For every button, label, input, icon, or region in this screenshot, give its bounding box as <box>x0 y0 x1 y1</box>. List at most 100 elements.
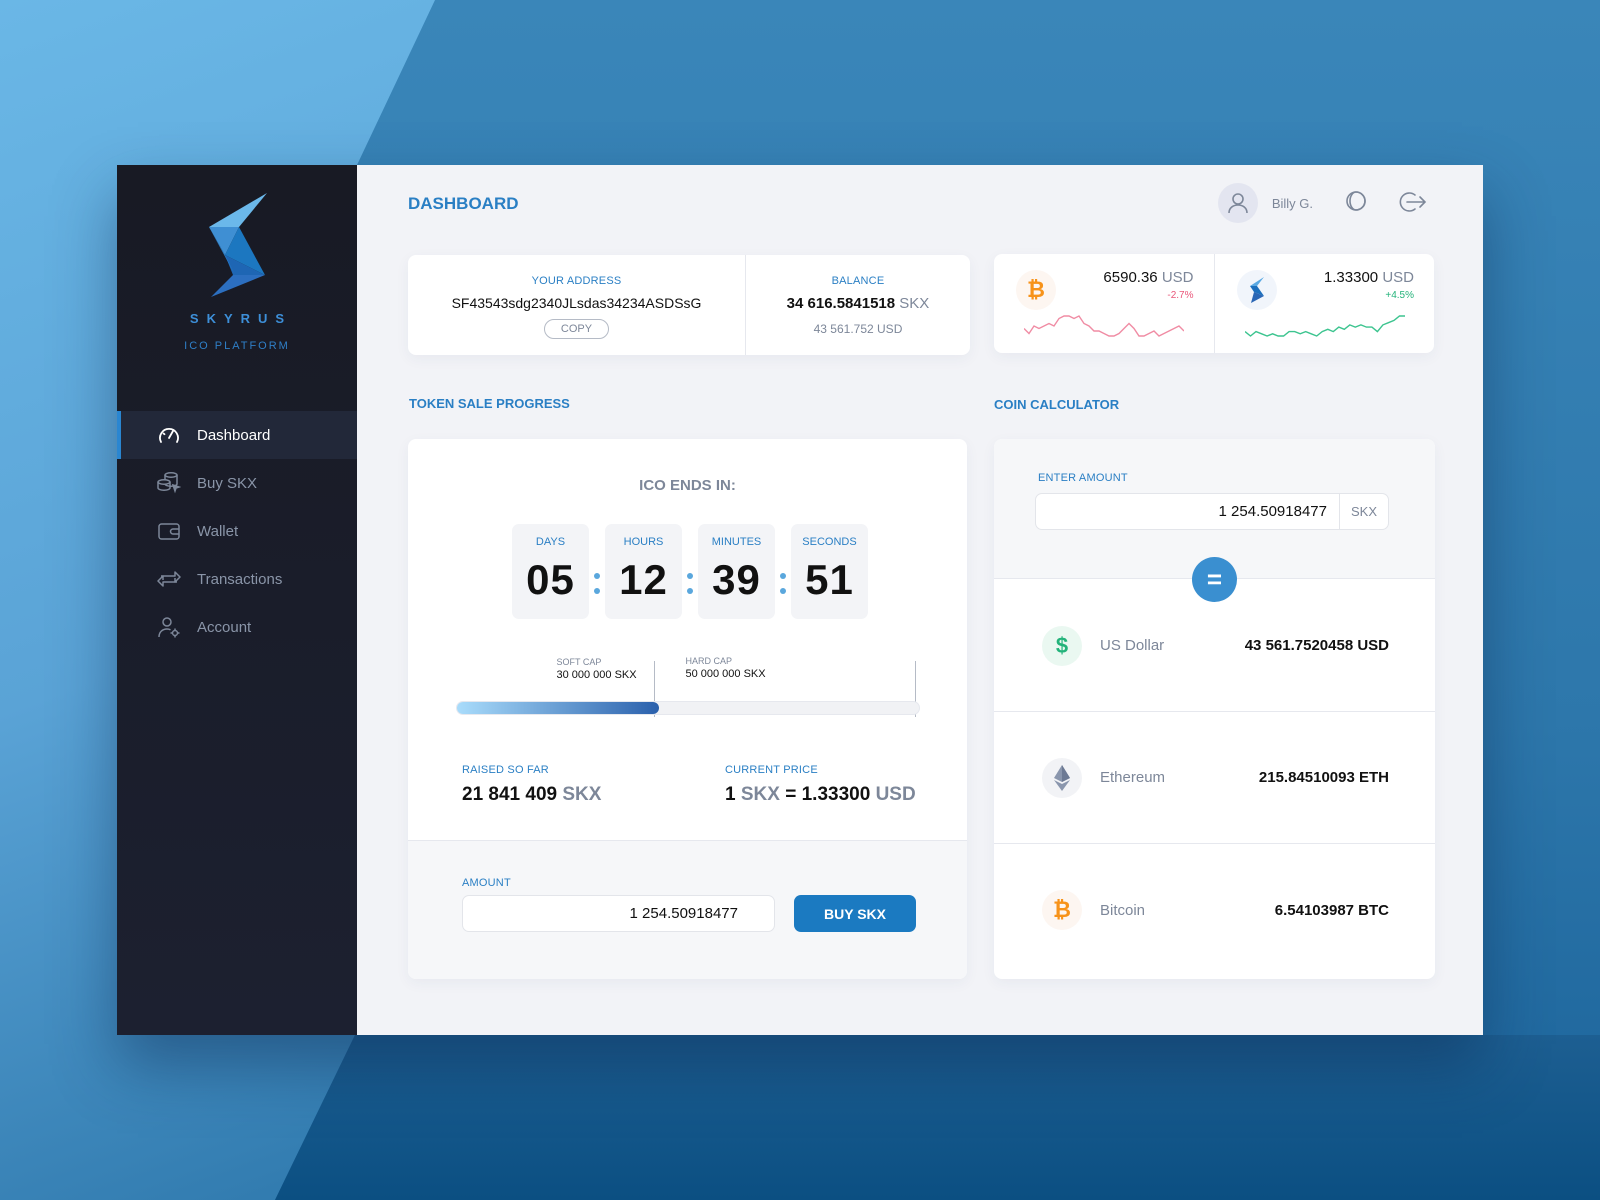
coin-calculator-title: COIN CALCULATOR <box>994 397 1120 412</box>
raised-value: 21 841 409 SKX <box>462 784 601 806</box>
soft-cap-label: SOFT CAP <box>556 657 602 667</box>
price-unit: USD <box>1161 269 1194 286</box>
conversion-value: 215.84510093 ETH <box>1258 769 1389 786</box>
sidebar-item-label: Wallet <box>197 522 239 540</box>
sidebar-item-transactions[interactable]: Transactions <box>117 555 357 603</box>
price-one: 1 <box>725 784 736 805</box>
user-name[interactable]: Billy G. <box>1272 196 1313 211</box>
main-content: DASHBOARD Billy G. YOUR ADDRESS SF43543s… <box>357 165 1483 1035</box>
sidebar-item-account[interactable]: Account <box>117 603 357 651</box>
coins-cursor-icon <box>157 471 181 495</box>
ico-ends-label: ICO ENDS IN: <box>639 477 736 494</box>
token-sale-card: ICO ENDS IN: DAYS 05 HOURS 12 MINUTES 39 SE… <box>408 439 967 979</box>
conversion-name: US Dollar <box>1100 637 1165 654</box>
conversion-name: Bitcoin <box>1100 901 1146 919</box>
conversion-name: Ethereum <box>1100 769 1166 786</box>
address-balance-card: YOUR ADDRESS SF43543sdg2340JLsdas34234AS… <box>408 255 970 355</box>
avatar[interactable] <box>1217 183 1258 223</box>
soft-cap: SOFT CAP 30 000 000 SKX <box>556 657 636 681</box>
ticker-price: 1.33300 USD <box>1324 269 1414 286</box>
calculator-amount-field: SKX <box>1035 493 1389 530</box>
countdown-value: 51 <box>805 556 854 603</box>
ticker-change: +4.5% <box>1385 290 1414 301</box>
countdown-separator <box>682 524 698 619</box>
countdown-hours: HOURS 12 <box>605 524 682 619</box>
user-avatar-icon <box>1228 193 1248 214</box>
price-amount: 1.33300 <box>801 784 871 805</box>
ethereum-icon <box>1042 757 1082 798</box>
balance-usd: 43 561.752 USD <box>813 322 903 336</box>
exchange-arrows-icon <box>157 567 181 591</box>
logout-icon <box>1399 192 1427 212</box>
sidebar-item-label: Account <box>197 618 252 636</box>
skyrus-logo-icon <box>209 193 267 297</box>
conversion-value: 6.54103987 BTC <box>1274 901 1389 919</box>
balance-value: 34 616.5841518 SKX <box>746 295 970 312</box>
brand-name: SKYRUS <box>189 311 293 326</box>
price-unit-left: SKX <box>740 784 780 805</box>
amount-input[interactable] <box>462 895 775 932</box>
calculator-amount-input[interactable] <box>1036 494 1339 529</box>
raised-so-far: RAISED SO FAR 21 841 409 SKX <box>462 764 601 806</box>
skyrus-icon <box>1236 270 1277 310</box>
balance-unit: SKX <box>899 295 930 312</box>
sparkline-line <box>1244 315 1405 337</box>
speedometer-icon <box>157 423 181 447</box>
bitcoin-icon: ₿ <box>1042 890 1082 930</box>
raised-label: RAISED SO FAR <box>462 764 549 776</box>
countdown-value: 05 <box>526 556 575 603</box>
countdown-label: HOURS <box>623 536 664 548</box>
soft-cap-value: 30 000 000 SKX <box>556 669 637 681</box>
price-unit-right: USD <box>875 784 916 805</box>
sparkline-chart <box>1024 315 1184 337</box>
balance-label: BALANCE <box>831 275 885 287</box>
user-menu[interactable]: Billy G. <box>1217 183 1313 223</box>
price-label: CURRENT PRICE <box>725 764 818 776</box>
logo: SKYRUS ICO PLATFORM <box>117 193 357 352</box>
amount-label: AMOUNT <box>462 877 511 889</box>
theme-toggle-icon <box>1346 191 1366 211</box>
countdown-label: MINUTES <box>711 536 762 548</box>
hard-cap-label: HARD CAP <box>685 656 732 666</box>
brand-subtitle: ICO PLATFORM <box>184 340 290 352</box>
ticker-change: -2.7% <box>1167 290 1194 301</box>
price-unit: USD <box>1382 269 1414 286</box>
raised-unit: SKX <box>562 784 602 805</box>
countdown-days: DAYS 05 <box>512 524 589 619</box>
price-equals: = <box>785 784 797 805</box>
countdown-label: DAYS <box>535 536 566 548</box>
app-window: SKYRUS ICO PLATFORM Dashboard Buy SKX Wa… <box>117 165 1483 1035</box>
dollar-icon: $ <box>1042 625 1082 666</box>
sidebar-item-dashboard[interactable]: Dashboard <box>117 411 357 459</box>
hard-cap-value: 50 000 000 SKX <box>685 668 766 680</box>
current-price: CURRENT PRICE 1 SKX = 1.33300 USD <box>725 764 916 806</box>
buy-skx-button[interactable]: BUY SKX <box>794 895 916 932</box>
equals-button[interactable]: = <box>1192 557 1237 602</box>
price-value: 1.33300 <box>1323 269 1379 286</box>
sidebar-item-wallet[interactable]: Wallet <box>117 507 357 555</box>
balance-amount: 34 616.5841518 <box>786 295 896 312</box>
sidebar-item-buy-skx[interactable]: Buy SKX <box>117 459 357 507</box>
copy-address-button[interactable]: COPY <box>543 319 610 339</box>
conversion-value: 43 561.7520458 USD <box>1244 637 1389 654</box>
countdown-value: 39 <box>712 556 761 603</box>
ticker-skyrus[interactable]: 1.33300 USD +4.5% <box>1213 254 1435 353</box>
theme-toggle-button[interactable] <box>1345 190 1371 216</box>
price-tickers: ₿ 6590.36 USD -2.7% 1.33300 USD +4.5% <box>994 254 1434 353</box>
user-settings-icon <box>157 615 181 639</box>
background-shape-lower <box>275 1035 1600 1200</box>
sidebar-nav: Dashboard Buy SKX Wallet Transactions Ac… <box>117 411 357 651</box>
enter-amount-label: ENTER AMOUNT <box>1038 472 1128 484</box>
wallet-icon <box>157 519 181 543</box>
page-title: DASHBOARD <box>408 194 519 213</box>
countdown-timer: DAYS 05 HOURS 12 MINUTES 39 SECONDS 51 <box>512 524 868 619</box>
countdown-separator <box>775 524 791 619</box>
price-value: 1 SKX = 1.33300 USD <box>725 784 916 806</box>
sparkline-line <box>1024 315 1184 337</box>
ticker-bitcoin[interactable]: ₿ 6590.36 USD -2.7% <box>994 254 1214 353</box>
coin-calculator-card: ENTER AMOUNT SKX = $ US Dollar 43 561.75… <box>994 439 1435 979</box>
logout-button[interactable] <box>1397 190 1427 216</box>
conversion-row-eth: Ethereum 215.84510093 ETH <box>994 712 1435 844</box>
countdown-value: 12 <box>619 556 668 603</box>
countdown-seconds: SECONDS 51 <box>791 524 868 619</box>
